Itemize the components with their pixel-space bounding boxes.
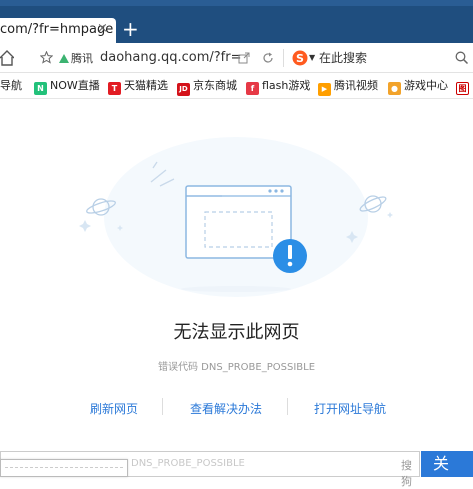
sogou-search-icon[interactable]: S — [292, 50, 308, 66]
star-icon[interactable] — [40, 51, 53, 64]
bookmark-nav[interactable]: 导航 — [0, 78, 22, 94]
error-illustration — [79, 137, 393, 297]
site-logo: 腾讯 — [59, 49, 93, 68]
tencent-video-icon: ▶ — [318, 83, 331, 96]
bookmark-tmall[interactable]: T 天猫精选 — [108, 78, 168, 95]
sparkle-tiny-icon — [387, 212, 393, 218]
view-solution-link[interactable]: 查看解决办法 — [190, 400, 262, 417]
flash-icon: f — [246, 82, 259, 95]
address-divider — [283, 49, 284, 67]
action-divider-1 — [162, 398, 163, 415]
sparkle-left-icon — [79, 220, 91, 232]
dropdown-label[interactable]: 搜狗 — [401, 457, 419, 489]
bookmark-flash-games[interactable]: f flash游戏 — [246, 78, 310, 95]
open-nav-link[interactable]: 打开网址导航 — [314, 400, 386, 417]
search-engine-dropdown-icon[interactable]: ▼ — [309, 49, 315, 67]
url-field[interactable]: daohang.qq.com/?fr= — [100, 49, 242, 67]
address-bar: 腾讯 daohang.qq.com/?fr= S ▼ 在此搜索 — [0, 43, 473, 73]
now-live-icon: N — [34, 82, 47, 95]
broken-page-icon — [185, 185, 292, 259]
home-icon[interactable] — [0, 49, 14, 67]
bookmark-tencent-video[interactable]: ▶ 腾讯视频 — [318, 78, 378, 96]
refresh-page-link[interactable]: 刷新网页 — [90, 400, 138, 417]
error-page: 无法显示此网页 错误代码 DNS_PROBE_POSSIBLE 刷新网页 查看解… — [0, 99, 473, 477]
warning-icon — [273, 239, 307, 273]
bookmark-jd[interactable]: JD 京东商城 — [177, 78, 237, 96]
bookmark-now-live[interactable]: N NOW直播 — [34, 78, 100, 95]
error-title: 无法显示此网页 — [173, 322, 300, 343]
new-tab-button[interactable]: + — [122, 17, 139, 41]
reload-icon[interactable] — [262, 52, 274, 64]
tmall-icon: T — [108, 82, 121, 95]
bookmarks-bar: 导航 N NOW直播 T 天猫精选 JD 京东商城 f flash游戏 ▶ 腾讯视频 ● 游… — [0, 73, 473, 99]
suggestion-popup — [0, 459, 128, 477]
game-center-icon: ● — [388, 82, 401, 95]
search-input[interactable]: 在此搜索 — [319, 49, 367, 67]
qq-logo-icon — [59, 54, 69, 63]
search-submit-button[interactable]: 关 — [421, 451, 473, 477]
search-icon[interactable] — [455, 51, 469, 65]
window-title-strip — [0, 0, 473, 6]
bookmark-image[interactable]: 图 — [456, 78, 472, 95]
svg-text:S: S — [296, 52, 304, 65]
bottom-search-overlay: DNS_PROBE_POSSIBLE 搜狗 关 — [0, 451, 473, 488]
share-icon[interactable] — [238, 52, 250, 64]
bookmark-game-center[interactable]: ● 游戏中心 — [388, 78, 448, 95]
tab-close-icon[interactable]: × — [97, 21, 108, 36]
jd-icon: JD — [177, 83, 190, 96]
error-code: 错误代码 DNS_PROBE_POSSIBLE — [157, 362, 316, 373]
tab-strip: com/?fr=hmpage × + — [0, 0, 473, 43]
action-divider-2 — [287, 398, 288, 415]
image-site-icon: 图 — [456, 82, 469, 95]
browser-tab[interactable]: com/?fr=hmpage × — [0, 18, 116, 43]
